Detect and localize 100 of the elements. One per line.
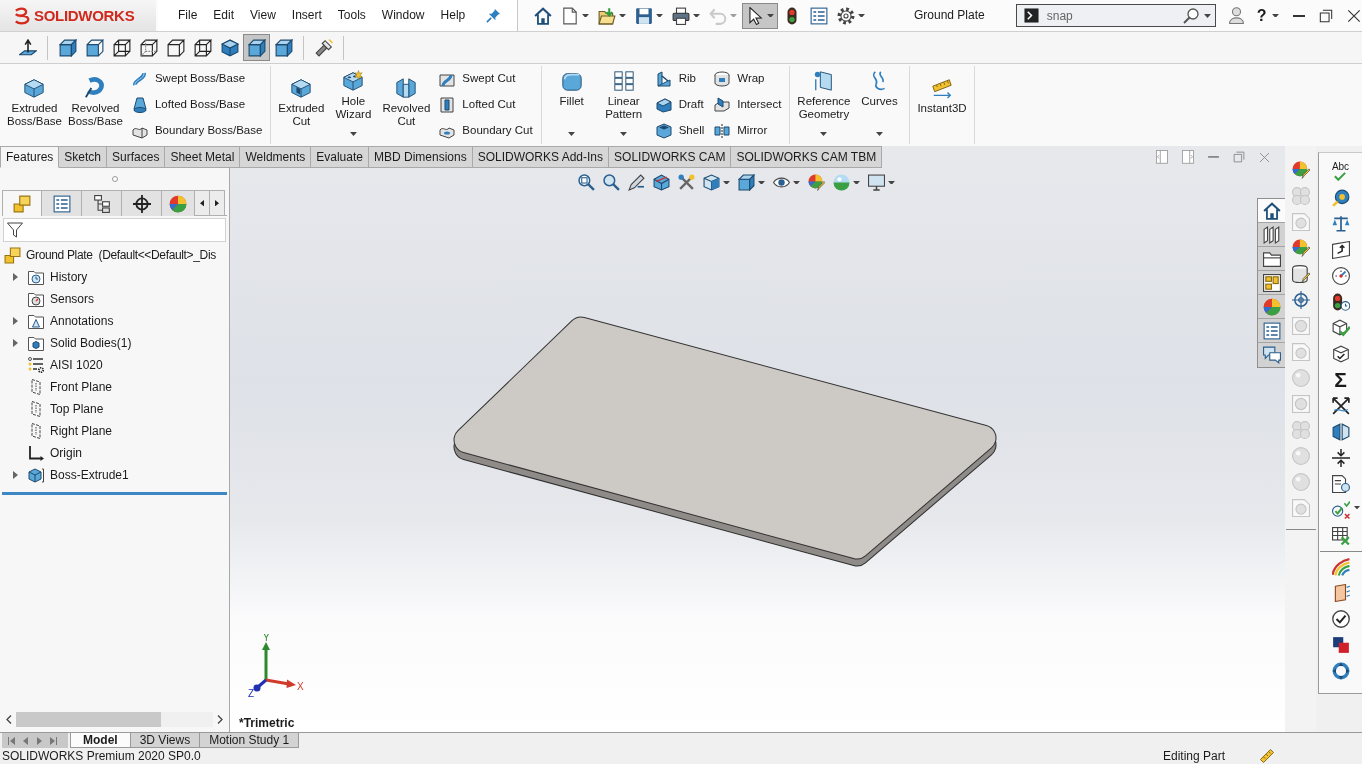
- command-button[interactable]: Lofted Boss/Base: [131, 97, 263, 113]
- command-button[interactable]: Boundary Cut: [439, 123, 533, 139]
- compress-arrows-icon[interactable]: [1331, 448, 1350, 467]
- tree-item[interactable]: Boss-Extrude1: [50, 467, 129, 483]
- expand-arrow-icon[interactable]: [12, 273, 18, 281]
- tape-measure-icon[interactable]: [1331, 188, 1350, 207]
- table-cross-icon[interactable]: [1331, 526, 1350, 545]
- caret-icon[interactable]: [853, 180, 860, 185]
- command-button[interactable]: Revolved Boss/Base: [64, 66, 126, 144]
- command-button[interactable]: Revolved Cut: [379, 66, 434, 144]
- color-ball-pencil-icon[interactable]: [1291, 239, 1310, 257]
- check-cross-icon[interactable]: [1331, 500, 1350, 519]
- tab[interactable]: SOLIDWORKS CAM: [609, 146, 732, 168]
- pin-icon[interactable]: [486, 8, 501, 23]
- caret-icon[interactable]: [1353, 505, 1360, 509]
- caret-icon[interactable]: [793, 180, 800, 185]
- pencil-arrow-icon[interactable]: [628, 174, 645, 191]
- tree-item[interactable]: Ground Plate (Default<<Default>_Dis: [26, 247, 216, 263]
- tree-item[interactable]: Solid Bodies(1): [50, 335, 132, 351]
- target-icon[interactable]: [1291, 291, 1310, 309]
- tab[interactable]: Features: [0, 146, 60, 168]
- task-pane-tab[interactable]: [1258, 199, 1285, 223]
- command-button[interactable]: Fillet: [545, 66, 598, 144]
- toolbar-button[interactable]: [742, 2, 778, 29]
- tree-item[interactable]: Right Plane: [50, 423, 113, 439]
- rainbow-icon[interactable]: [1331, 557, 1350, 576]
- menu-item[interactable]: Window: [373, 8, 433, 23]
- cube-tick-icon[interactable]: [1331, 344, 1350, 363]
- tree-item[interactable]: Annotations: [50, 313, 114, 329]
- view-button[interactable]: [243, 34, 270, 61]
- tab[interactable]: Surfaces: [107, 146, 166, 168]
- command-button[interactable]: Hole Wizard: [327, 66, 380, 144]
- ruler-pencil-icon[interactable]: [1260, 749, 1274, 763]
- tab[interactable]: Model: [70, 733, 131, 748]
- tree-item[interactable]: Sensors: [50, 291, 95, 307]
- scroll-right-button[interactable]: [210, 190, 225, 216]
- chevron-left-icon[interactable]: [6, 715, 12, 724]
- task-pane-tab[interactable]: [1258, 343, 1285, 367]
- eye-icon[interactable]: [773, 174, 790, 191]
- command-button[interactable]: Wrap: [714, 71, 782, 87]
- grip-dot-icon[interactable]: [111, 176, 118, 182]
- tab[interactable]: SOLIDWORKS CAM TBM: [731, 146, 883, 168]
- monitor-icon[interactable]: [868, 174, 885, 191]
- caret-icon[interactable]: [723, 180, 730, 185]
- command-button[interactable]: Reference Geometry: [794, 66, 854, 144]
- command-button[interactable]: Swept Cut: [439, 71, 533, 87]
- filter-field[interactable]: [3, 218, 226, 242]
- ring-arrows-icon[interactable]: [1331, 661, 1350, 680]
- tree-item[interactable]: Top Plane: [50, 401, 104, 417]
- task-pane-tab[interactable]: [1258, 247, 1285, 271]
- tab[interactable]: Evaluate: [311, 146, 369, 168]
- task-pane-tab[interactable]: [1258, 271, 1285, 295]
- command-button[interactable]: Extruded Boss/Base: [4, 66, 65, 144]
- view-cube-icon[interactable]: [703, 174, 720, 191]
- menu-item[interactable]: Edit: [205, 8, 243, 23]
- cylinder-pencil-icon[interactable]: [1291, 265, 1310, 283]
- tab[interactable]: Motion Study 1: [199, 733, 300, 748]
- cube-icon[interactable]: [738, 174, 755, 191]
- document-badge-icon[interactable]: [1331, 474, 1350, 493]
- expand-arrow-icon[interactable]: [12, 317, 18, 325]
- mirror-planes-icon[interactable]: [1331, 422, 1350, 441]
- command-button[interactable]: Lofted Cut: [439, 97, 533, 113]
- menu-item[interactable]: File: [170, 8, 206, 23]
- scrollbar-thumb[interactable]: [16, 712, 161, 727]
- command-button[interactable]: Draft: [655, 97, 705, 113]
- magnifier-icon[interactable]: [603, 174, 620, 191]
- color-ball-pencil-icon[interactable]: [1291, 161, 1310, 179]
- search-icon[interactable]: [1182, 8, 1199, 24]
- tab[interactable]: MBD Dimensions: [368, 146, 473, 168]
- step-back-icon[interactable]: [22, 736, 29, 745]
- cube-check-icon[interactable]: [1331, 318, 1350, 337]
- chevron-right-icon[interactable]: [217, 715, 223, 724]
- minimize-icon[interactable]: [1292, 14, 1305, 17]
- command-button[interactable]: Boundary Boss/Base: [131, 123, 263, 139]
- task-pane-tab[interactable]: [1258, 223, 1285, 247]
- balance-scale-icon[interactable]: [1331, 214, 1350, 233]
- command-button[interactable]: Instant3D: [914, 66, 970, 144]
- crossed-tools-icon[interactable]: [678, 174, 695, 191]
- caret-icon[interactable]: [1271, 13, 1279, 18]
- tree-item[interactable]: AISI 1020: [50, 357, 103, 373]
- command-button[interactable]: Intersect: [714, 97, 782, 113]
- expand-arrow-icon[interactable]: [12, 339, 18, 347]
- caret-icon[interactable]: [888, 180, 895, 185]
- caret-icon[interactable]: [758, 180, 765, 185]
- help-button[interactable]: ?: [1256, 5, 1267, 26]
- check-circle-icon[interactable]: [1331, 609, 1350, 628]
- tab[interactable]: Weldments: [240, 146, 312, 168]
- panel-tab[interactable]: [82, 190, 122, 216]
- sectioned-box-icon[interactable]: [653, 174, 670, 191]
- menu-item[interactable]: Help: [432, 8, 474, 23]
- menu-item[interactable]: Tools: [329, 8, 374, 23]
- command-button[interactable]: Curves: [853, 66, 906, 144]
- panel-tab[interactable]: [122, 190, 162, 216]
- close-icon[interactable]: [1346, 8, 1361, 23]
- traffic-light-clock-icon[interactable]: [1331, 292, 1350, 311]
- command-button[interactable]: Extruded Cut: [275, 66, 328, 144]
- menu-item[interactable]: Insert: [283, 8, 330, 23]
- user-icon[interactable]: [1227, 7, 1245, 24]
- restore-icon[interactable]: [1318, 8, 1333, 23]
- arrow-box-icon[interactable]: [1331, 240, 1350, 259]
